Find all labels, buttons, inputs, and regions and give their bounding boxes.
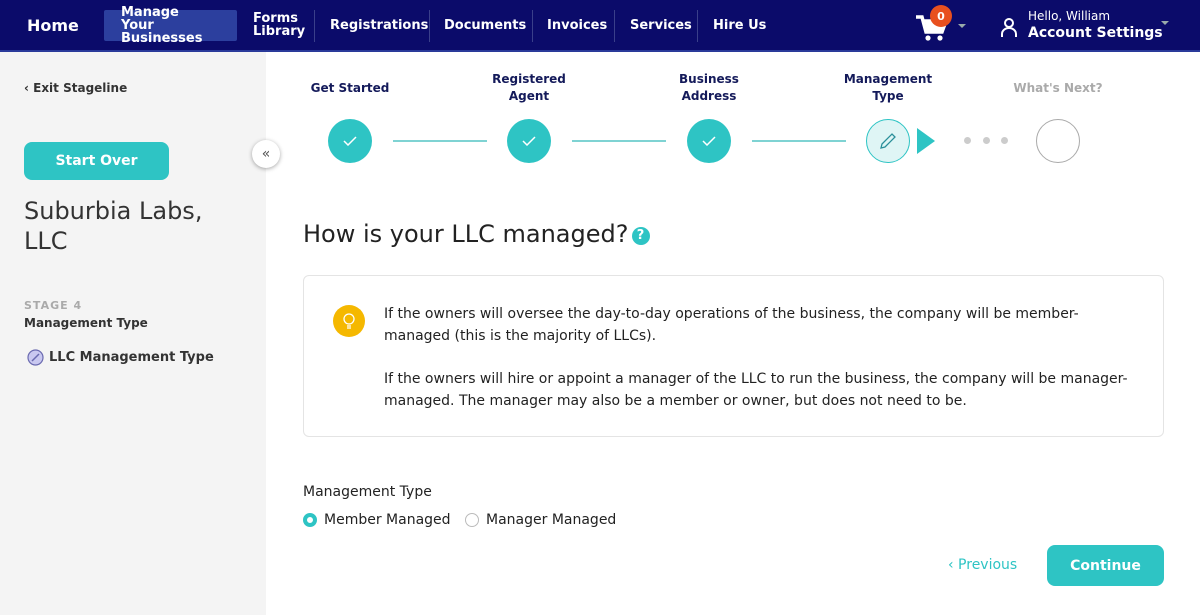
lightbulb-icon bbox=[333, 305, 365, 337]
greeting: Hello, William bbox=[1028, 9, 1111, 23]
nav-home[interactable]: Home bbox=[27, 0, 79, 50]
option-label[interactable]: Manager Managed bbox=[486, 512, 616, 528]
step-current[interactable] bbox=[866, 119, 910, 163]
check-icon bbox=[343, 136, 357, 146]
continue-button[interactable]: Continue bbox=[1047, 545, 1164, 586]
step-connector bbox=[752, 140, 846, 142]
nav-registrations[interactable]: Registrations bbox=[330, 0, 428, 50]
label: Agent bbox=[508, 89, 550, 103]
check-icon bbox=[522, 136, 536, 146]
cart-dropdown-icon[interactable] bbox=[958, 24, 966, 28]
company-name: Suburbia Labs, LLC bbox=[24, 196, 202, 256]
divider bbox=[697, 10, 698, 42]
current-step-arrow-icon bbox=[917, 128, 935, 154]
radio-manager-managed[interactable] bbox=[465, 513, 479, 527]
step-complete[interactable] bbox=[687, 119, 731, 163]
info-text: If the owners will hire or appoint a man… bbox=[384, 371, 1128, 409]
label: Business bbox=[679, 72, 739, 86]
in-progress-icon bbox=[27, 349, 44, 366]
nav-hire-us[interactable]: Hire Us bbox=[713, 0, 766, 50]
pencil-icon bbox=[880, 133, 896, 149]
double-chevron-left-icon: « bbox=[261, 146, 271, 162]
step-label: Business Address bbox=[649, 71, 769, 105]
divider bbox=[314, 10, 315, 42]
nav-services[interactable]: Services bbox=[630, 0, 692, 50]
label: Type bbox=[872, 89, 904, 103]
dot bbox=[1001, 137, 1008, 144]
exit-stageline-link[interactable]: ‹ Exit Stageline bbox=[24, 81, 127, 95]
step-label: What's Next? bbox=[1013, 81, 1103, 95]
field-label: Management Type bbox=[303, 484, 432, 500]
label: Library bbox=[253, 24, 306, 39]
top-nav: Home Manage Your Businesses Forms Library … bbox=[0, 0, 1200, 52]
divider bbox=[532, 10, 533, 42]
check-icon bbox=[702, 136, 716, 146]
label: LLC bbox=[24, 227, 68, 255]
label: Address bbox=[681, 89, 737, 103]
label: Suburbia Labs, bbox=[24, 197, 203, 225]
step-upcoming bbox=[1036, 119, 1080, 163]
sidebar-item-llc-management-type[interactable]: LLC Management Type bbox=[49, 350, 214, 365]
divider bbox=[614, 10, 615, 42]
label: Management bbox=[843, 72, 933, 86]
help-icon[interactable]: ? bbox=[631, 227, 650, 245]
step-label: Get Started bbox=[310, 81, 390, 95]
dot bbox=[964, 137, 971, 144]
nav-documents[interactable]: Documents bbox=[444, 0, 526, 50]
nav-forms-library[interactable]: Forms Library bbox=[253, 0, 305, 50]
info-card: If the owners will oversee the day-to-da… bbox=[303, 275, 1164, 437]
label: Your Businesses bbox=[121, 18, 203, 46]
page-title: How is your LLC managed?? bbox=[303, 220, 650, 248]
nav-invoices[interactable]: Invoices bbox=[547, 0, 607, 50]
previous-button[interactable]: ‹ Previous bbox=[948, 557, 1017, 573]
radio-member-managed[interactable] bbox=[303, 513, 317, 527]
step-connector bbox=[572, 140, 666, 142]
start-over-button[interactable]: Start Over bbox=[24, 142, 169, 180]
stage-number: STAGE 4 bbox=[24, 299, 83, 312]
sidebar: ‹ Exit Stageline Start Over Suburbia Lab… bbox=[0, 52, 266, 615]
stage-name: Management Type bbox=[24, 316, 148, 330]
account-dropdown-icon[interactable] bbox=[1161, 21, 1169, 25]
step-complete[interactable] bbox=[507, 119, 551, 163]
dot bbox=[983, 137, 990, 144]
title-text: How is your LLC managed? bbox=[303, 220, 629, 248]
collapse-sidebar-button[interactable]: « bbox=[252, 140, 280, 168]
cart-count-badge: 0 bbox=[930, 5, 952, 27]
label: Registered bbox=[492, 72, 566, 86]
nav-manage-businesses[interactable]: Manage Your Businesses bbox=[104, 6, 237, 45]
step-label: Registered Agent bbox=[469, 71, 589, 105]
option-label[interactable]: Member Managed bbox=[324, 512, 451, 528]
step-complete[interactable] bbox=[328, 119, 372, 163]
step-connector bbox=[393, 140, 487, 142]
account-settings-menu[interactable]: Account Settings bbox=[1028, 25, 1163, 41]
info-text: If the owners will oversee the day-to-da… bbox=[384, 306, 1079, 344]
user-icon bbox=[1001, 18, 1017, 37]
step-label: Management Type bbox=[828, 71, 948, 105]
divider bbox=[429, 10, 430, 42]
